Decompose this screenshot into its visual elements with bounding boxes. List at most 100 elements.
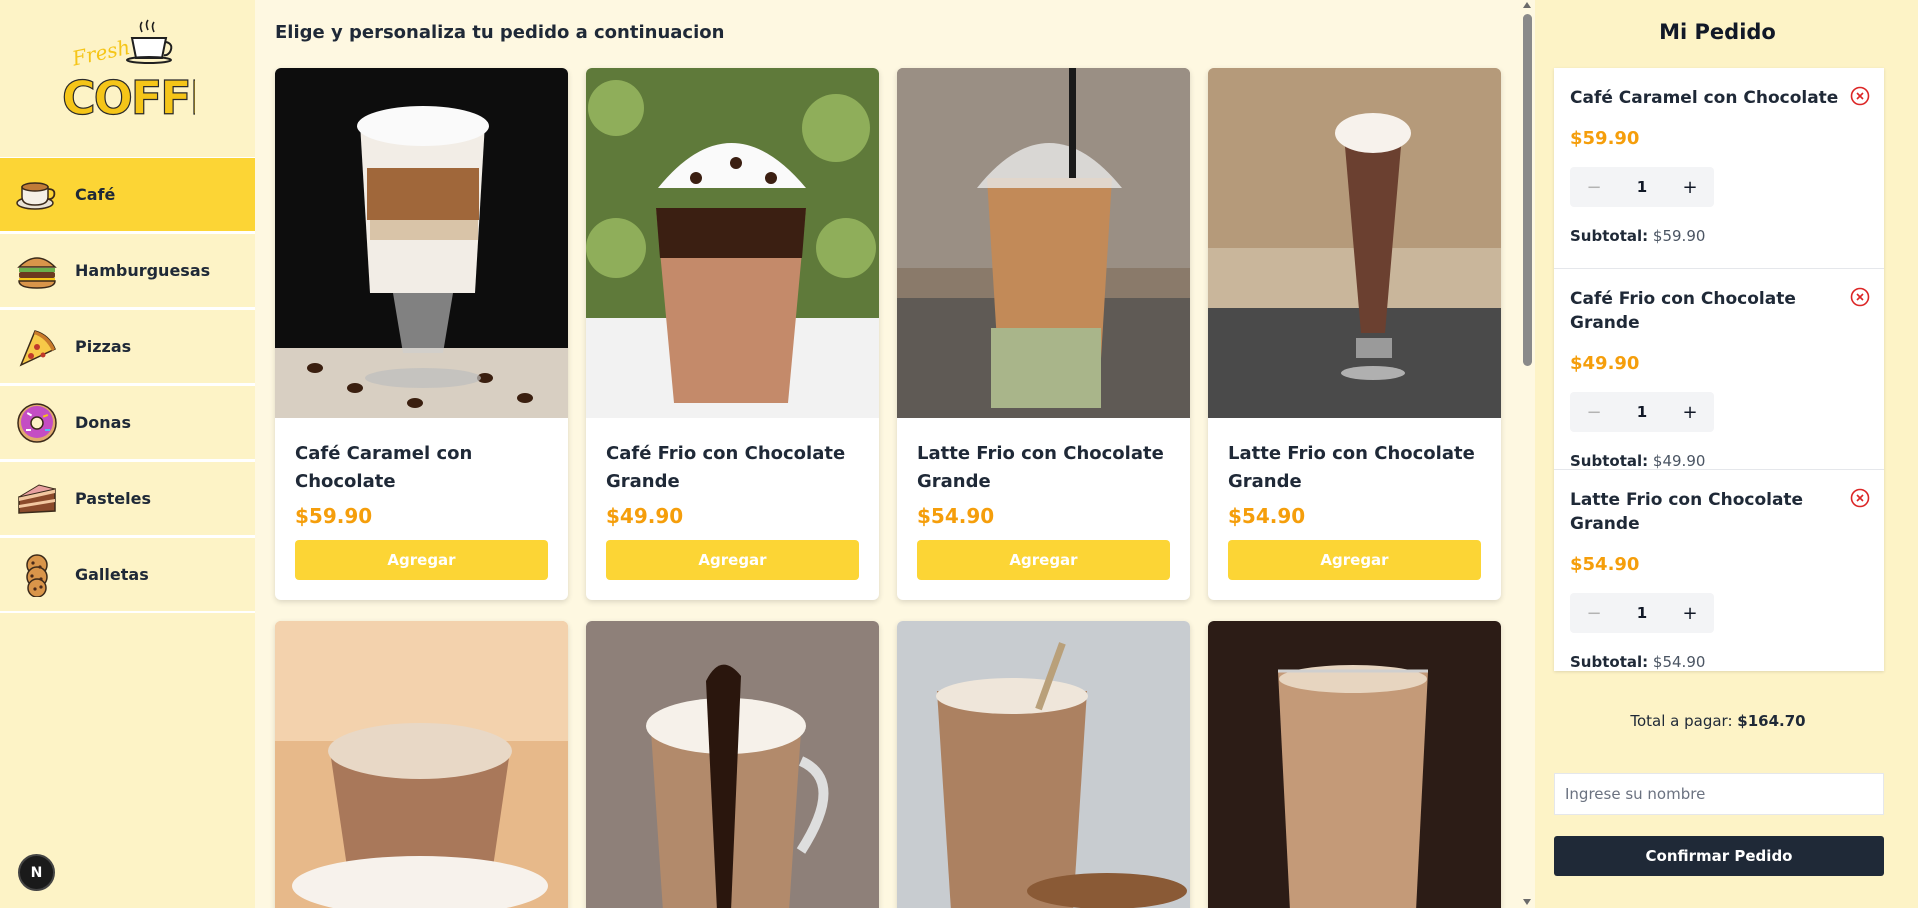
subtotal-value: $59.90: [1652, 227, 1706, 245]
product-price: $54.90: [917, 504, 995, 528]
product-info: Latte Frio con Chocolate Grande $54.90 Agr…: [897, 418, 1190, 600]
order-item: Café Frio con Chocolate Grande $49.90 −1 + S…: [1554, 269, 1884, 470]
burger-icon: [9, 243, 65, 299]
product-card: Latte Frio con Chocolate Grande $54.90 Agr…: [1208, 68, 1501, 600]
product-name: Café Caramel con Chocolate: [295, 443, 473, 492]
item-quantity: 1: [1636, 604, 1648, 622]
order-item-subtotal: Subtotal: $59.90: [1570, 227, 1868, 245]
increase-qty-button[interactable]: +: [1666, 177, 1714, 198]
cookies-icon: [9, 547, 65, 603]
product-card: Café Frio con Chocolate Grande $49.90 Agre…: [586, 68, 879, 600]
category-label: Hamburguesas: [75, 261, 211, 280]
product-image: [275, 621, 568, 908]
order-item-name: Latte Frio con Chocolate Grande: [1570, 490, 1804, 534]
order-item-price: $54.90: [1570, 554, 1640, 575]
order-item: Latte Frio con Chocolate Grande $54.90 −1 +…: [1554, 470, 1884, 671]
add-to-order-button[interactable]: Agregar: [1228, 540, 1481, 580]
cake-slice-icon: [9, 471, 65, 527]
category-label: Galletas: [75, 565, 149, 584]
order-panel: Mi Pedido Café Caramel con Chocolate $59.…: [1535, 0, 1918, 908]
category-label: Pizzas: [75, 337, 132, 356]
remove-item-icon[interactable]: [1850, 488, 1870, 508]
quantity-stepper: −1 +: [1570, 593, 1714, 633]
category-label: Pasteles: [75, 489, 151, 508]
product-card: [1208, 621, 1501, 908]
coffee-cup-icon: [9, 167, 65, 223]
logo-cup-icon: [126, 19, 173, 64]
main-scrollbar[interactable]: [1520, 0, 1535, 908]
svg-text:Fresh: Fresh: [69, 35, 132, 71]
product-card: [275, 621, 568, 908]
product-catalog: Elige y personaliza tu pedido a continua…: [255, 0, 1520, 908]
product-name: Latte Frio con Chocolate Grande: [917, 443, 1164, 492]
confirm-order-button[interactable]: Confirmar Pedido: [1554, 836, 1884, 876]
category-sidebar: Fresh COFFEE Café Hamburguesas Pizzas Donas…: [0, 0, 255, 908]
category-item-1[interactable]: Hamburguesas: [0, 233, 255, 309]
category-item-5[interactable]: Galletas: [0, 537, 255, 613]
order-list: Café Caramel con Chocolate $59.90−1 + Subto…: [1554, 68, 1884, 671]
category-item-0[interactable]: Café: [0, 157, 255, 233]
order-item: Café Caramel con Chocolate $59.90 −1 + Subto…: [1554, 68, 1884, 269]
donut-icon: [9, 395, 65, 451]
product-card: Latte Frio con Chocolate Grande $54.90 Agr…: [897, 68, 1190, 600]
svg-text:COFFEE: COFFEE: [62, 71, 195, 125]
category-item-2[interactable]: Pizzas: [0, 309, 255, 385]
product-name: Café Frio con Chocolate Grande: [606, 443, 846, 492]
catalog-heading: Elige y personaliza tu pedido a continua…: [275, 22, 725, 43]
subtotal-label: Subtotal:: [1570, 452, 1649, 470]
scroll-down-arrow-icon[interactable]: [1523, 899, 1531, 905]
order-item-price: $59.90: [1570, 128, 1640, 149]
product-price: $54.90: [1228, 504, 1306, 528]
product-image: [897, 621, 1190, 908]
total-value: $164.70: [1737, 712, 1806, 730]
pizza-slice-icon: [9, 319, 65, 375]
order-item-name: Café Frio con Chocolate Grande: [1570, 289, 1796, 333]
total-label: Total a pagar:: [1630, 712, 1733, 730]
remove-item-icon[interactable]: [1850, 86, 1870, 106]
customer-name-input[interactable]: [1554, 773, 1884, 815]
product-card: [586, 621, 879, 908]
product-image: [586, 621, 879, 908]
order-item-name: Café Caramel con Chocolate: [1570, 88, 1839, 108]
nextjs-dev-badge[interactable]: N: [18, 854, 55, 891]
product-info: Café Caramel con Chocolate $59.90 Agregar: [275, 418, 568, 600]
category-label: Donas: [75, 413, 131, 432]
product-card: Café Caramel con Chocolate $59.90 Agregar: [275, 68, 568, 600]
add-to-order-button[interactable]: Agregar: [917, 540, 1170, 580]
item-quantity: 1: [1636, 178, 1648, 196]
product-image: [897, 68, 1190, 418]
category-item-4[interactable]: Pasteles: [0, 461, 255, 537]
decrease-qty-button[interactable]: −: [1570, 402, 1618, 423]
decrease-qty-button[interactable]: −: [1570, 177, 1618, 198]
subtotal-value: $49.90: [1652, 452, 1706, 470]
remove-item-icon[interactable]: [1850, 287, 1870, 307]
product-price: $49.90: [606, 504, 684, 528]
product-info: Café Frio con Chocolate Grande $49.90 Agre…: [586, 418, 879, 600]
product-image: [1208, 621, 1501, 908]
decrease-qty-button[interactable]: −: [1570, 603, 1618, 624]
increase-qty-button[interactable]: +: [1666, 603, 1714, 624]
scroll-up-arrow-icon[interactable]: [1523, 2, 1531, 8]
fresh-coffee-logo: Fresh COFFEE: [60, 14, 251, 129]
order-total: Total a pagar: $164.70: [1535, 712, 1901, 730]
subtotal-label: Subtotal:: [1570, 227, 1649, 245]
category-item-3[interactable]: Donas: [0, 385, 255, 461]
product-name: Latte Frio con Chocolate Grande: [1228, 443, 1475, 492]
quantity-stepper: −1 +: [1570, 392, 1714, 432]
subtotal-label: Subtotal:: [1570, 653, 1649, 671]
order-item-price: $49.90: [1570, 353, 1640, 374]
product-image: [1208, 68, 1501, 418]
add-to-order-button[interactable]: Agregar: [295, 540, 548, 580]
product-card: [897, 621, 1190, 908]
increase-qty-button[interactable]: +: [1666, 402, 1714, 423]
add-to-order-button[interactable]: Agregar: [606, 540, 859, 580]
product-info: Latte Frio con Chocolate Grande $54.90 Agr…: [1208, 418, 1501, 600]
item-quantity: 1: [1636, 403, 1648, 421]
order-title: Mi Pedido: [1659, 20, 1776, 44]
quantity-stepper: −1 +: [1570, 167, 1714, 207]
product-image: [275, 68, 568, 418]
subtotal-value: $54.90: [1652, 653, 1706, 671]
order-item-subtotal: Subtotal: $54.90: [1570, 653, 1868, 671]
scroll-thumb[interactable]: [1523, 14, 1532, 366]
product-price: $59.90: [295, 504, 373, 528]
